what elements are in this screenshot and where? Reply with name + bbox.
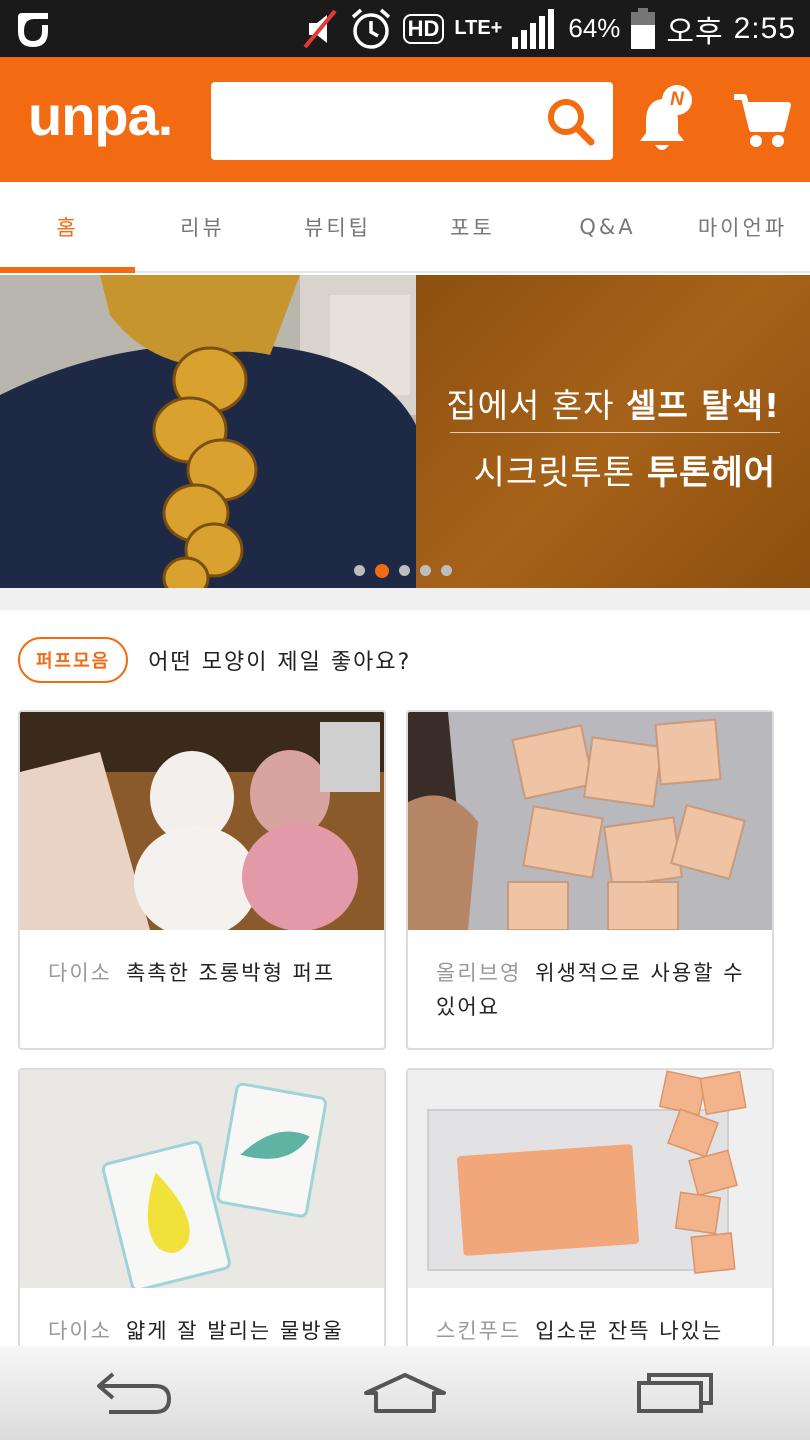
status-bar: HD LTE+ 64% 오후 2:55	[0, 0, 810, 57]
network-indicator: LTE+	[454, 17, 503, 39]
status-time: 2:55	[733, 11, 796, 45]
main-tabs: 홈 리뷰 뷰티팁 포토 Q&A 마이언파	[0, 182, 810, 273]
banner-sub-bold: 투톤헤어	[646, 453, 776, 493]
card-brand: 올리브영	[436, 961, 522, 985]
search-bar[interactable]	[211, 82, 613, 160]
tab-reviews[interactable]: 리뷰	[135, 182, 270, 271]
tab-qna[interactable]: Q&A	[540, 182, 675, 271]
tab-my-unpa[interactable]: 마이언파	[675, 182, 810, 271]
section-header: 퍼프모음 어떤 모양이 제일 좋아요?	[18, 637, 411, 683]
home-icon	[364, 1373, 446, 1413]
pagination-dot[interactable]	[399, 565, 410, 576]
card-caption: 올리브영 위생적으로 사용할 수 있어요	[408, 930, 772, 1024]
section-divider	[0, 588, 810, 610]
brand-logo[interactable]: unpa.	[28, 83, 173, 148]
mute-icon	[303, 9, 337, 48]
banner-sub-light: 시크릿투톤	[473, 453, 647, 493]
banner-headline-light: 집에서	[446, 386, 552, 425]
system-nav-bar	[0, 1346, 810, 1440]
card-brand: 다이소	[48, 1319, 112, 1343]
product-photo	[20, 712, 384, 930]
banner-pagination	[354, 563, 452, 578]
carrier-logo-icon	[18, 13, 48, 47]
card-caption: 다이소 얇게 잘 발리는 물방울	[20, 1288, 384, 1348]
product-card[interactable]: 다이소 촉촉한 조롱박형 퍼프	[18, 710, 386, 1050]
card-caption: 다이소 촉촉한 조롱박형 퍼프	[20, 930, 384, 990]
home-button[interactable]	[360, 1363, 450, 1423]
cart-icon[interactable]	[730, 89, 792, 151]
banner-hair-photo	[0, 275, 416, 588]
card-brand: 스킨푸드	[436, 1319, 522, 1343]
notification-badge: N	[662, 85, 692, 115]
battery-icon	[631, 7, 656, 49]
banner-divider	[450, 432, 780, 433]
tab-beauty-tips[interactable]: 뷰티팁	[270, 182, 405, 271]
alarm-icon	[351, 8, 390, 49]
product-card[interactable]: 다이소 얇게 잘 발리는 물방울	[18, 1068, 386, 1368]
collection-tag[interactable]: 퍼프모음	[18, 637, 129, 683]
product-card[interactable]: 올리브영 위생적으로 사용할 수 있어요	[406, 710, 774, 1050]
back-icon	[97, 1372, 172, 1414]
battery-percent: 64%	[568, 13, 621, 43]
banner-headline: 집에서 혼자 셀프 탈색!	[446, 379, 780, 427]
card-title: 촉촉한 조롱박형 퍼프	[125, 961, 336, 985]
card-brand: 다이소	[48, 961, 112, 985]
promo-banner[interactable]: 집에서 혼자 셀프 탈색! 시크릿투톤 투톤헤어	[0, 275, 810, 588]
status-ampm: 오후	[666, 15, 724, 49]
tab-photo[interactable]: 포토	[405, 182, 540, 271]
product-card[interactable]: 스킨푸드입소문 잔뜩 나있는 그	[406, 1068, 774, 1368]
signal-icon	[512, 8, 555, 49]
recents-icon	[637, 1373, 713, 1413]
search-input[interactable]	[211, 82, 531, 160]
pagination-dot[interactable]	[441, 565, 452, 576]
app-header: unpa. N	[0, 57, 810, 182]
banner-headline-mid: 혼자	[551, 386, 627, 425]
pagination-dot[interactable]	[354, 565, 365, 576]
pagination-dot[interactable]	[420, 565, 431, 576]
tab-home[interactable]: 홈	[0, 182, 135, 273]
notification-button[interactable]: N	[636, 85, 696, 157]
section-question: 어떤 모양이 제일 좋아요?	[148, 650, 412, 675]
banner-subheadline: 시크릿투톤 투톤헤어	[474, 445, 776, 494]
product-photo	[408, 1070, 772, 1288]
recents-button[interactable]	[630, 1363, 720, 1423]
search-icon[interactable]	[543, 94, 599, 150]
pagination-dot-active[interactable]	[375, 563, 389, 578]
product-photo	[408, 712, 772, 930]
product-photo	[20, 1070, 384, 1288]
back-button[interactable]	[90, 1363, 180, 1423]
banner-headline-bold: 셀프 탈색!	[626, 386, 780, 425]
hd-indicator: HD	[402, 13, 445, 44]
card-title: 얇게 잘 발리는 물방울	[125, 1319, 344, 1343]
